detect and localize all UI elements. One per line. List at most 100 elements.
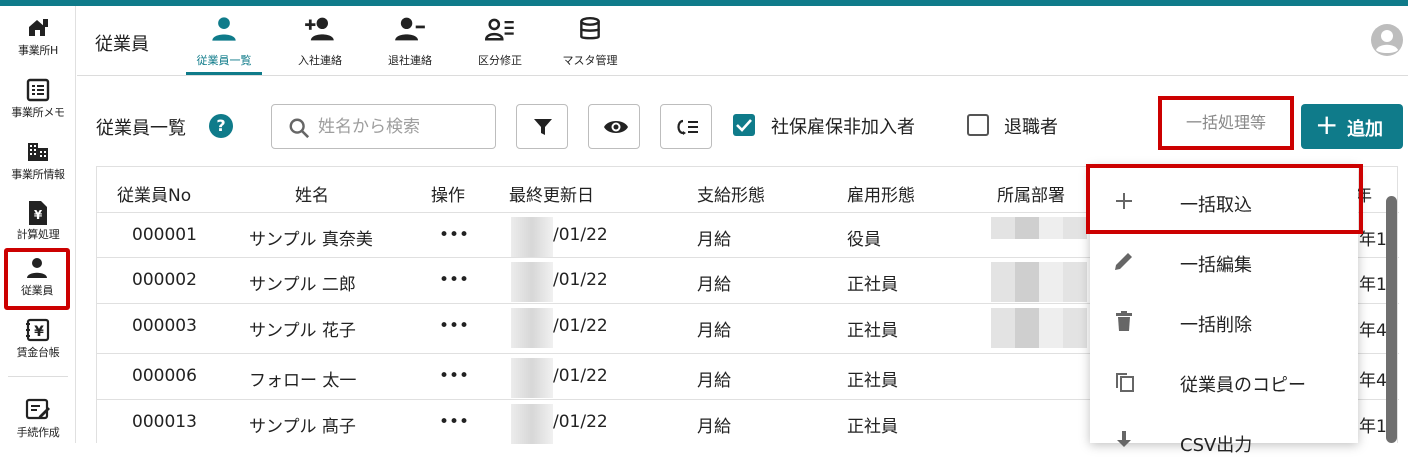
trash-icon xyxy=(1116,311,1132,331)
menu-item-csv-export[interactable]: CSV出力 xyxy=(1090,411,1358,471)
col-header-name[interactable]: 姓名 xyxy=(295,181,329,206)
column-list-icon xyxy=(677,119,698,135)
menu-item-bulk-edit[interactable]: 一括編集 xyxy=(1090,231,1358,291)
sidebar-item-procedures[interactable]: 手続作成 xyxy=(0,398,76,440)
col-header-updated[interactable]: 最終更新日 xyxy=(509,181,594,206)
insured-checkbox[interactable] xyxy=(733,114,755,136)
cell-name[interactable]: フォロー 太一 xyxy=(249,366,356,391)
row-actions-button[interactable]: ••• xyxy=(439,225,469,245)
retired-checkbox-label: 退職者 xyxy=(1004,117,1058,138)
redacted-area xyxy=(991,308,1087,348)
tab-label: 従業員一覧 xyxy=(196,54,252,67)
tab-label: 区分修正 xyxy=(478,54,522,67)
sidebar-item-label: 計算処理 xyxy=(16,228,60,241)
redacted-area xyxy=(511,217,553,257)
cell-employee-no: 000006 xyxy=(132,366,197,386)
sidebar-item-label: 事業所H xyxy=(17,44,59,57)
add-button[interactable]: + 追加 xyxy=(1301,104,1403,149)
tab-employee-list[interactable]: 従業員一覧 xyxy=(179,14,269,68)
tab-label: 入社連絡 xyxy=(298,54,342,67)
sidebar-item-wage-ledger[interactable]: ¥ 賃金台帳 xyxy=(0,318,76,360)
sidebar-item-label: 事業所情報 xyxy=(11,168,65,181)
search-input[interactable] xyxy=(318,115,488,139)
cell-pay-type: 月給 xyxy=(697,321,731,341)
sidebar-item-label: 賃金台帳 xyxy=(16,346,60,359)
cell-updated: /01/22 xyxy=(553,225,608,245)
cell-tail: 年1 xyxy=(1359,275,1387,295)
search-icon xyxy=(289,118,310,139)
person-icon xyxy=(8,256,66,282)
cell-tail: 年4 xyxy=(1359,371,1387,391)
row-actions-button[interactable]: ••• xyxy=(439,316,469,336)
row-actions-button[interactable]: ••• xyxy=(439,270,469,290)
view-toggle-button[interactable] xyxy=(588,104,640,149)
cell-pay-type: 月給 xyxy=(697,417,731,437)
sidebar-item-office-info[interactable]: 事業所情報 xyxy=(0,140,76,182)
person-add-icon xyxy=(275,14,365,46)
tab-master-management[interactable]: マスタ管理 xyxy=(545,14,635,68)
filter-icon xyxy=(534,119,552,135)
col-header-operations: 操作 xyxy=(431,186,465,206)
col-header-employee-no[interactable]: 従業員No xyxy=(117,181,191,206)
redacted-area xyxy=(511,262,553,302)
download-icon xyxy=(1117,431,1131,447)
filter-button[interactable] xyxy=(516,104,568,149)
col-header-pay-type[interactable]: 支給形態 xyxy=(697,181,765,206)
retired-checkbox[interactable] xyxy=(967,114,989,136)
sidebar-item-office-home[interactable]: 事業所H xyxy=(0,16,76,58)
sidebar-item-calculation[interactable]: ¥ 計算処理 xyxy=(0,200,76,242)
cell-name[interactable]: サンプル 二郎 xyxy=(249,270,356,295)
add-button-label: 追加 xyxy=(1347,119,1383,140)
person-icon xyxy=(179,14,269,46)
menu-item-label: 一括編集 xyxy=(1180,255,1252,276)
ledger-yen-icon: ¥ xyxy=(0,318,76,344)
cell-pay-type: 月給 xyxy=(697,275,731,295)
svg-text:¥: ¥ xyxy=(34,324,44,340)
list-title: 従業員一覧 xyxy=(96,118,186,139)
pencil-icon xyxy=(1115,253,1132,270)
tab-hire-notice[interactable]: 入社連絡 xyxy=(275,14,365,68)
menu-item-label: 一括削除 xyxy=(1180,315,1252,336)
menu-item-copy-employee[interactable]: 従業員のコピー xyxy=(1090,351,1358,411)
row-actions-button[interactable]: ••• xyxy=(439,366,469,386)
menu-item-bulk-delete[interactable]: 一括削除 xyxy=(1090,291,1358,351)
help-icon[interactable]: ? xyxy=(209,114,233,138)
menu-item-label: CSV出力 xyxy=(1180,435,1253,456)
avatar[interactable] xyxy=(1371,24,1403,56)
redacted-area xyxy=(511,404,553,444)
active-tab-indicator xyxy=(186,72,262,75)
sidebar-item-label: 従業員 xyxy=(20,284,54,297)
sidebar-item-office-memo[interactable]: 事業所メモ xyxy=(0,78,76,120)
insured-checkbox-label: 社保雇保非加入者 xyxy=(771,117,915,138)
building-icon xyxy=(0,140,76,166)
form-edit-icon xyxy=(0,398,76,424)
bulk-actions-button[interactable]: 一括処理等 xyxy=(1158,96,1294,150)
redacted-area xyxy=(991,262,1087,302)
search-box xyxy=(271,104,496,149)
plus-icon: + xyxy=(1315,108,1339,141)
cell-tail: 年1 xyxy=(1359,417,1387,437)
col-header-employment-type[interactable]: 雇用形態 xyxy=(847,181,915,206)
tab-leave-notice[interactable]: 退社連絡 xyxy=(365,14,455,68)
yen-document-icon: ¥ xyxy=(0,200,76,226)
cell-employee-no: 000003 xyxy=(132,316,197,336)
sidebar-divider xyxy=(8,376,68,377)
cell-name[interactable]: サンプル 髙子 xyxy=(249,412,356,437)
cell-name[interactable]: サンプル 花子 xyxy=(249,316,356,341)
col-header-department[interactable]: 所属部署 xyxy=(997,181,1065,206)
sidebar-item-employees[interactable]: 従業員 xyxy=(4,248,70,310)
sidebar-item-label: 手続作成 xyxy=(16,426,60,439)
tab-label: 退社連絡 xyxy=(388,54,432,67)
cell-employment-type: 正社員 xyxy=(847,371,898,391)
cell-tail: 年4 xyxy=(1359,321,1387,341)
tab-category-edit[interactable]: 区分修正 xyxy=(455,14,545,68)
cell-pay-type: 月給 xyxy=(697,371,731,391)
row-actions-button[interactable]: ••• xyxy=(439,412,469,432)
table-scrollbar[interactable] xyxy=(1386,196,1397,443)
cell-name[interactable]: サンプル 真奈美 xyxy=(249,225,373,250)
menu-item-label: 従業員のコピー xyxy=(1180,375,1306,396)
column-settings-button[interactable] xyxy=(660,104,712,149)
cell-updated: /01/22 xyxy=(553,316,608,336)
cell-employee-no: 000002 xyxy=(132,270,197,290)
copy-icon xyxy=(1116,373,1134,392)
